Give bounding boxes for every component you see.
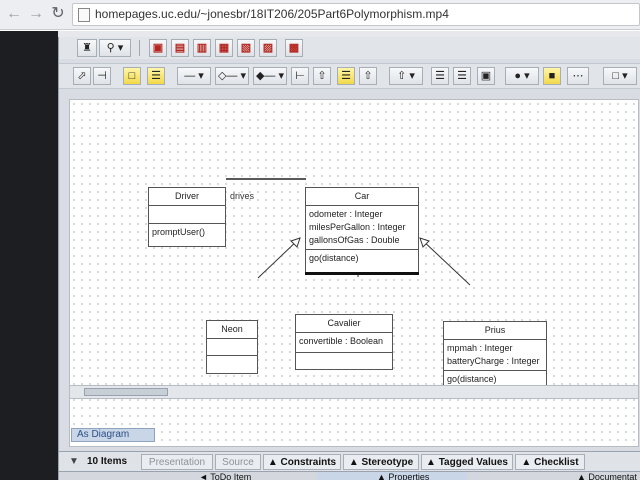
sequence-diagram-icon[interactable]: ▦ xyxy=(215,39,233,57)
operations-compartment: go(distance) xyxy=(306,250,418,267)
attributes-compartment xyxy=(149,206,225,224)
new-diagram-icon[interactable]: ▣ xyxy=(149,39,167,57)
find-binoculars-icon[interactable]: ♜ xyxy=(77,39,97,57)
diagram-toolbar: ⬀ ⊣ □ ☰ — ▾ ◇— ▾ ◆— ▾ ⊢ ⇧ ☰ ⇧ ⇧ ▾ ☰ ☰ ▣ … xyxy=(59,63,640,89)
tab-source[interactable]: Source xyxy=(215,454,261,470)
attribute: gallonsOfGas : Double xyxy=(309,235,400,245)
collapse-arrow-icon[interactable]: ▼ xyxy=(69,456,79,467)
shape-dropdown-icon[interactable]: □ ▾ xyxy=(603,67,637,85)
details-tab-bar: ▼ 10 Items Presentation Source ▲ Constra… xyxy=(59,451,640,471)
realization-icon[interactable]: ⇧ xyxy=(359,67,377,85)
operations-compartment: promptUser() xyxy=(149,224,225,241)
use-case-diagram-icon[interactable]: ▥ xyxy=(193,39,211,57)
generalization-icon[interactable]: ⇧ xyxy=(313,67,331,85)
reload-icon[interactable]: ↻ xyxy=(48,4,68,24)
class-name: Driver xyxy=(149,188,225,206)
state-diagram-icon[interactable]: ▨ xyxy=(259,39,277,57)
zoom-icon[interactable]: ⚲ ▾ xyxy=(99,39,131,57)
item-count: 10 Items xyxy=(87,456,128,467)
class-box-neon[interactable]: Neon xyxy=(206,320,258,374)
dependency-dropdown-icon[interactable]: — ▾ xyxy=(177,67,211,85)
class-box-cavalier[interactable]: Cavalier convertible : Boolean xyxy=(295,314,393,370)
class-icon[interactable]: ☰ xyxy=(147,67,165,85)
composition-dropdown-icon[interactable]: ◆— ▾ xyxy=(253,67,287,85)
tab-properties[interactable]: ▲ Properties xyxy=(377,472,429,480)
association-label: drives xyxy=(230,191,255,201)
package-icon[interactable]: □ xyxy=(123,67,141,85)
attribute: odometer : Integer xyxy=(309,209,383,219)
bottom-panel-tabs: ◄ ToDo Item ▲ Properties ▲ Documentat xyxy=(59,471,640,480)
attributes-compartment: odometer : Integer milesPerGallon : Inte… xyxy=(306,206,418,250)
activity-diagram-icon[interactable]: ▩ xyxy=(285,39,303,57)
aggregation-dropdown-icon[interactable]: ◇— ▾ xyxy=(215,67,249,85)
class-diagram-icon[interactable]: ▤ xyxy=(171,39,189,57)
tab-documentation[interactable]: ▲ Documentat xyxy=(577,472,637,480)
tab-tagged-values[interactable]: ▲ Tagged Values xyxy=(421,454,513,470)
note-icon[interactable]: ■ xyxy=(543,67,561,85)
attributes-compartment xyxy=(207,339,257,356)
inheritance-dropdown-icon[interactable]: ⇧ ▾ xyxy=(389,67,423,85)
attribute: milesPerGallon : Integer xyxy=(309,222,406,232)
page-icon xyxy=(78,8,90,22)
address-bar[interactable]: homepages.uc.edu/~jonesbr/18IT206/205Par… xyxy=(72,3,640,26)
tab-checklist[interactable]: ▲ Checklist xyxy=(515,454,585,470)
association-icon[interactable]: ⊢ xyxy=(291,67,309,85)
horizontal-scrollbar[interactable] xyxy=(69,385,639,399)
select-arrow-icon[interactable]: ⬀ xyxy=(73,67,91,85)
generalization-line-prius xyxy=(419,237,471,286)
operations-compartment xyxy=(296,353,392,369)
forward-arrow-icon[interactable]: → xyxy=(26,4,46,24)
class-box-car[interactable]: Car odometer : Integer milesPerGallon : … xyxy=(305,187,419,273)
collaboration-diagram-icon[interactable]: ▧ xyxy=(237,39,255,57)
class-box-prius[interactable]: Prius mpmah : Integer batteryCharge : In… xyxy=(443,321,547,393)
attributes-compartment: mpmah : Integer batteryCharge : Integer xyxy=(444,340,546,371)
tab-stereotype[interactable]: ▲ Stereotype xyxy=(343,454,419,470)
selection-bar xyxy=(305,272,419,275)
class-name: Car xyxy=(306,188,418,206)
argouml-window: ♜ ⚲ ▾ ▣ ▤ ▥ ▦ ▧ ▨ ▩ ⬀ ⊣ □ ☰ — ▾ ◇— ▾ ◆— … xyxy=(58,37,640,480)
class-name: Cavalier xyxy=(296,315,392,333)
attribute: convertible : Boolean xyxy=(299,336,384,346)
broom-icon[interactable]: ⊣ xyxy=(93,67,111,85)
operation: promptUser() xyxy=(152,227,206,237)
scrollbar-thumb[interactable] xyxy=(84,388,168,396)
color-dropdown-icon[interactable]: ● ▾ xyxy=(505,67,539,85)
class-name: Prius xyxy=(444,322,546,340)
tab-as-diagram[interactable]: As Diagram xyxy=(71,428,155,442)
attribute: mpmah : Integer xyxy=(447,343,513,353)
tab-todo-item[interactable]: ◄ ToDo Item xyxy=(199,472,251,480)
interface-icon[interactable]: ☰ xyxy=(337,67,355,85)
operation-icon[interactable]: ☰ xyxy=(453,67,471,85)
class-box-driver[interactable]: Driver promptUser() xyxy=(148,187,226,247)
datatype-icon[interactable]: ▣ xyxy=(477,67,495,85)
page-background xyxy=(0,31,58,480)
operation: go(distance) xyxy=(309,253,359,263)
tab-constraints[interactable]: ▲ Constraints xyxy=(263,454,341,470)
class-name: Neon xyxy=(207,321,257,339)
main-toolbar: ♜ ⚲ ▾ ▣ ▤ ▥ ▦ ▧ ▨ ▩ xyxy=(59,37,640,59)
toolbar-separator xyxy=(139,40,140,56)
attribute-icon[interactable]: ☰ xyxy=(431,67,449,85)
browser-toolbar: ← → ↻ homepages.uc.edu/~jonesbr/18IT206/… xyxy=(0,0,640,30)
operations-compartment xyxy=(207,356,257,373)
comment-link-icon[interactable]: ⋯ xyxy=(567,67,589,85)
attribute: batteryCharge : Integer xyxy=(447,356,540,366)
attributes-compartment: convertible : Boolean xyxy=(296,333,392,353)
tab-presentation[interactable]: Presentation xyxy=(141,454,213,470)
url-text[interactable]: homepages.uc.edu/~jonesbr/18IT206/205Par… xyxy=(95,7,449,21)
back-arrow-icon[interactable]: ← xyxy=(4,4,24,24)
